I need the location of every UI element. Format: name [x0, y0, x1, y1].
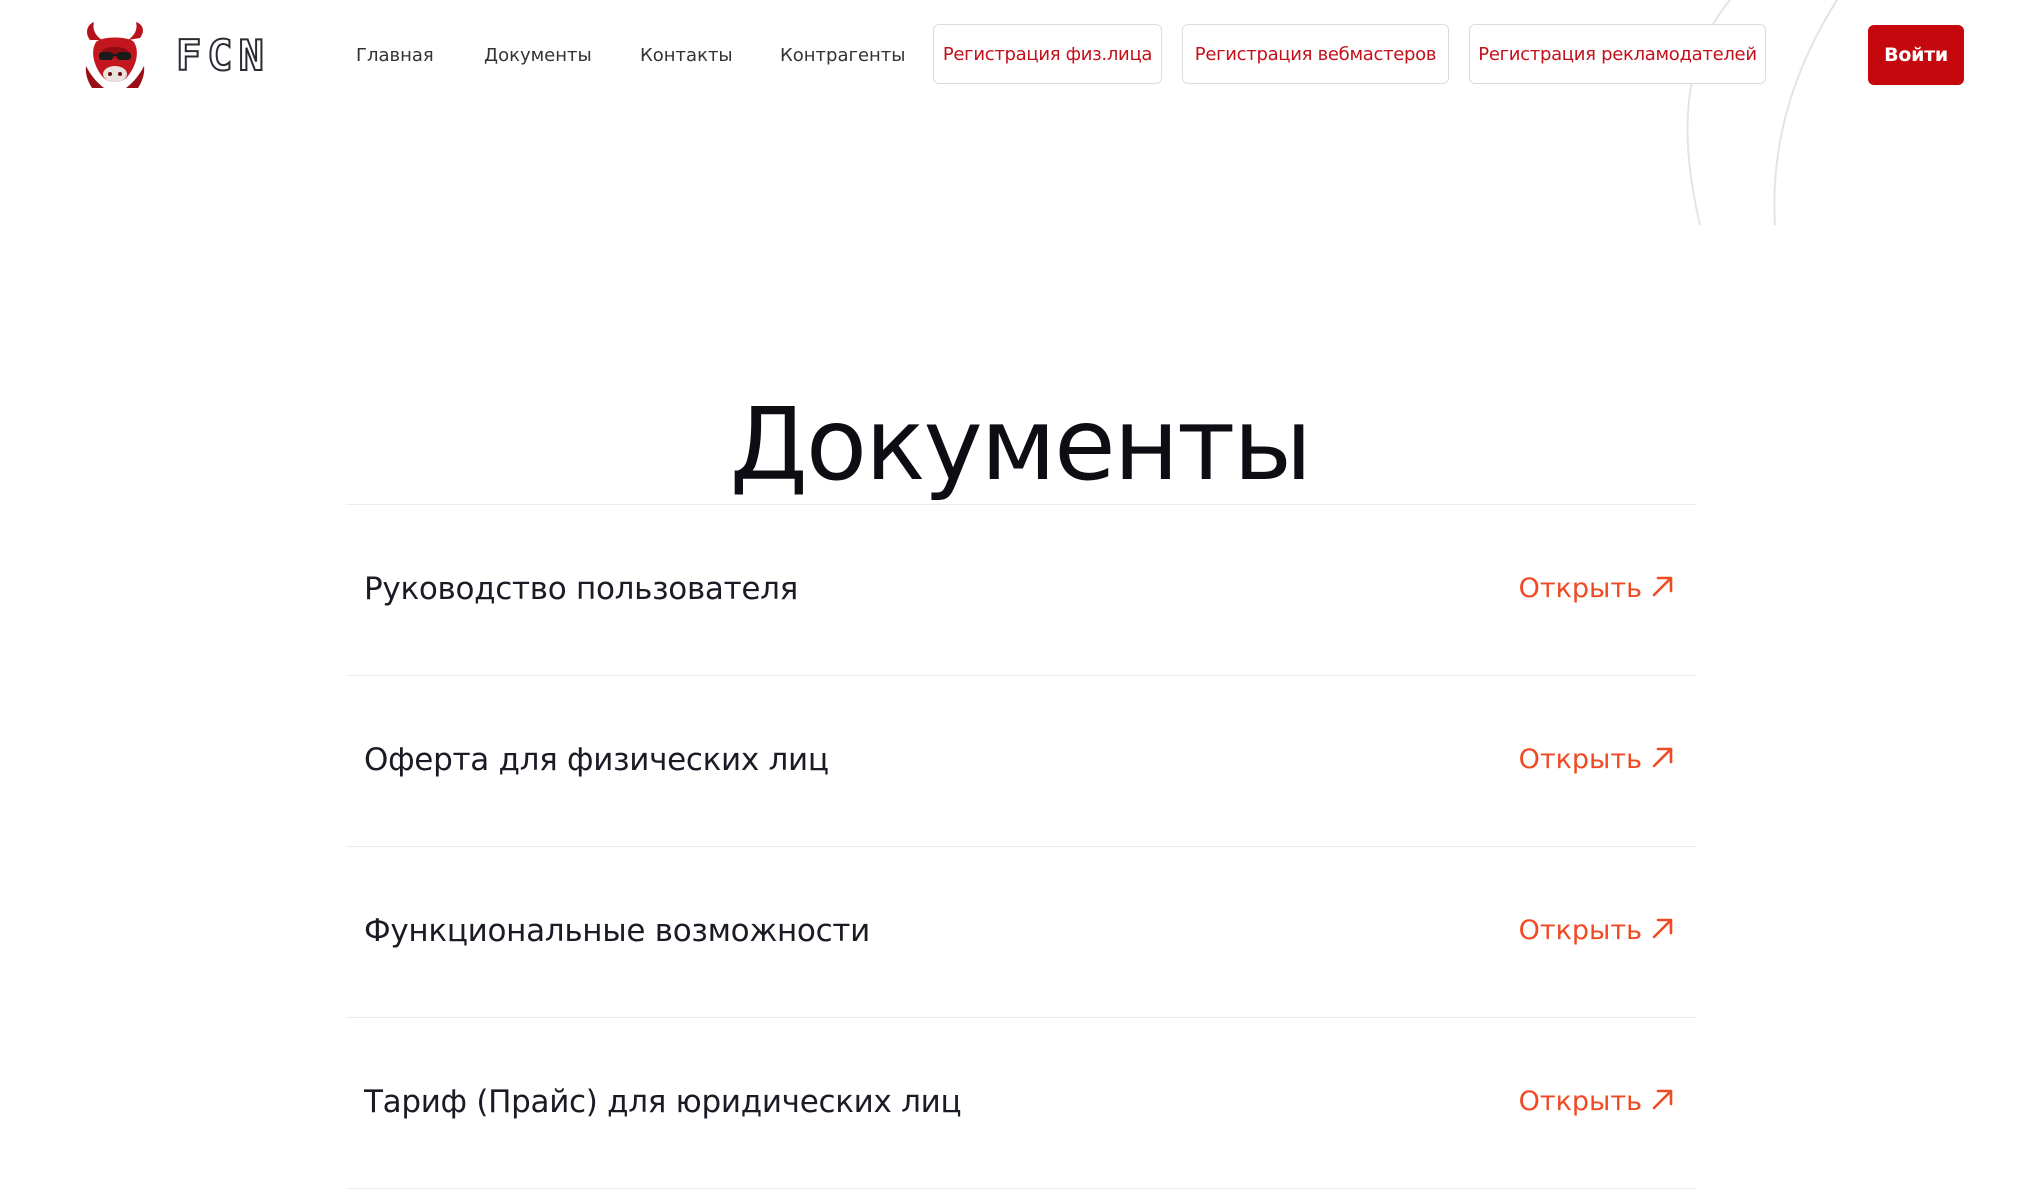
nav-link-documents[interactable]: Документы	[484, 43, 592, 69]
document-title: Тариф (Прайс) для юридических лиц	[364, 1084, 962, 1120]
open-link-label: Открыть	[1518, 744, 1642, 775]
arrow-up-right-icon	[1652, 576, 1673, 597]
arrow-up-right-icon	[1652, 747, 1673, 768]
site-header: FCN Главная Документы Контакты Контраген…	[0, 0, 2040, 112]
nav-link-contacts[interactable]: Контакты	[640, 43, 733, 69]
open-document-link[interactable]: Открыть	[1519, 911, 1676, 951]
page-title: Документы	[729, 386, 1312, 503]
documents-list: Руководство пользователя Открыть Оферта …	[346, 504, 1696, 1189]
open-document-link[interactable]: Открыть	[1519, 569, 1676, 609]
bull-head-logo-icon[interactable]	[82, 22, 148, 90]
nav-link-counterparties[interactable]: Контрагенты	[780, 43, 906, 69]
document-title: Руководство пользователя	[364, 571, 799, 607]
login-button[interactable]: Войти	[1868, 25, 1964, 85]
open-document-link[interactable]: Открыть	[1519, 1082, 1676, 1122]
document-row: Тариф (Прайс) для юридических лиц Открыт…	[346, 1018, 1696, 1189]
open-document-link[interactable]: Открыть	[1519, 740, 1676, 780]
document-title: Оферта для физических лиц	[364, 742, 829, 778]
document-title: Функциональные возможности	[364, 913, 870, 949]
page: FCN Главная Документы Контакты Контраген…	[0, 0, 2040, 1202]
open-link-label: Открыть	[1518, 573, 1642, 604]
register-individual-button[interactable]: Регистрация физ.лица	[933, 24, 1162, 84]
arrow-up-right-icon	[1652, 1089, 1673, 1110]
register-webmasters-button[interactable]: Регистрация вебмастеров	[1182, 24, 1449, 84]
document-row: Руководство пользователя Открыть	[346, 505, 1696, 676]
open-link-label: Открыть	[1518, 1086, 1642, 1117]
document-row: Оферта для физических лиц Открыть	[346, 676, 1696, 847]
nav-link-home[interactable]: Главная	[356, 43, 434, 69]
arrow-up-right-icon	[1652, 918, 1673, 939]
register-advertisers-button[interactable]: Регистрация рекламодателей	[1469, 24, 1766, 84]
open-link-label: Открыть	[1518, 915, 1642, 946]
brand-name[interactable]: FCN	[175, 30, 270, 82]
document-row: Функциональные возможности Открыть	[346, 847, 1696, 1018]
